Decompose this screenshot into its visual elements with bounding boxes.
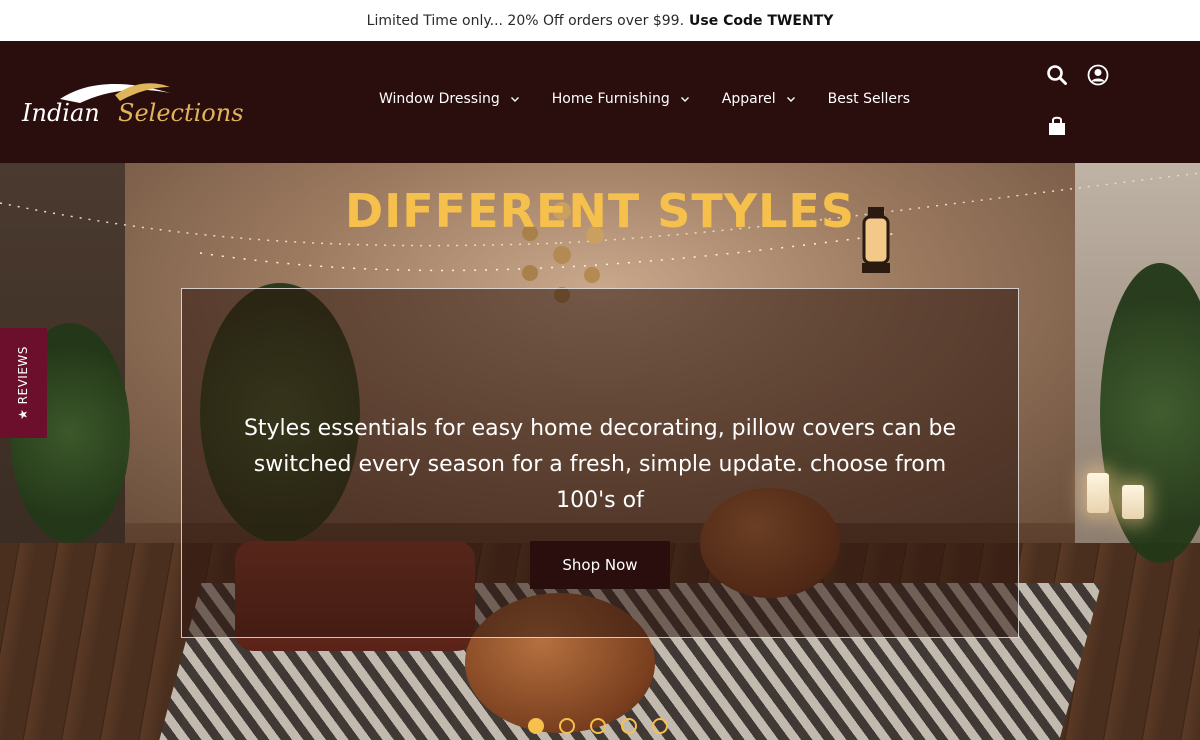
nav-best-sellers[interactable]: Best Sellers — [828, 91, 910, 107]
hero-headline: DIFFERENT STYLES — [345, 184, 855, 238]
chevron-down-icon — [680, 94, 690, 104]
nav-label: Apparel — [721, 91, 776, 107]
slide-dot-4[interactable] — [621, 718, 637, 734]
main-nav: Window Dressing Home Furnishing Apparel … — [379, 87, 942, 111]
slide-dot-2[interactable] — [559, 718, 575, 734]
announcement-bar: Limited Time only... 20% Off orders over… — [0, 0, 1200, 41]
account-icon[interactable] — [1087, 64, 1109, 86]
logo-text-indian: Indian — [21, 99, 100, 127]
nav-label: Home Furnishing — [551, 91, 670, 107]
candle-2 — [1122, 485, 1144, 519]
slider-dots — [528, 718, 683, 734]
chevron-down-icon — [510, 94, 520, 104]
announcement-text: Limited Time only... 20% Off orders over… — [366, 12, 685, 29]
site-header: Indian Selections Window Dressing Home F… — [0, 41, 1200, 163]
shop-now-button[interactable]: Shop Now — [530, 541, 670, 589]
reviews-tab[interactable]: ★ REVIEWS — [0, 328, 47, 438]
chevron-down-icon — [786, 94, 796, 104]
announcement-code: Use Code TWENTY — [689, 12, 834, 29]
slide-dot-1[interactable] — [528, 718, 544, 734]
nav-apparel[interactable]: Apparel — [722, 91, 796, 107]
slide-dot-5[interactable] — [652, 718, 668, 734]
logo-graphic: Indian Selections — [21, 83, 244, 127]
slide-dot-3[interactable] — [590, 718, 606, 734]
candle-1 — [1087, 473, 1109, 513]
site-logo[interactable]: Indian Selections — [20, 77, 270, 129]
nav-label: Window Dressing — [379, 91, 500, 107]
nav-window-dressing[interactable]: Window Dressing — [379, 91, 520, 107]
logo-text-selections: Selections — [118, 99, 244, 127]
search-icon[interactable] — [1046, 64, 1068, 86]
reviews-tab-label: ★ REVIEWS — [16, 346, 30, 420]
cart-icon[interactable] — [1046, 115, 1068, 137]
nav-home-furnishing[interactable]: Home Furnishing — [552, 91, 690, 107]
hero-subtext: Styles essentials for easy home decorati… — [243, 416, 957, 513]
nav-label: Best Sellers — [827, 91, 911, 107]
